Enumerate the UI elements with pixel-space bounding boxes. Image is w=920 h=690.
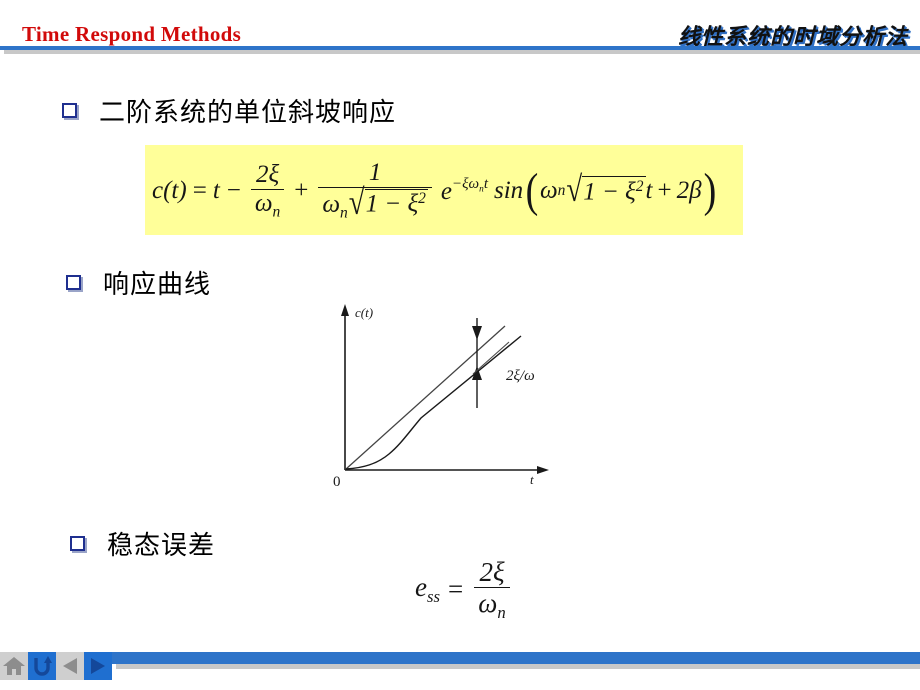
radical-exponent: 2 <box>635 177 644 195</box>
formula-equals: = <box>192 177 207 204</box>
radical-sign: √ <box>566 169 583 210</box>
bullet-square-icon <box>62 103 77 118</box>
back-button[interactable] <box>28 652 56 680</box>
radical-sign: √ <box>348 183 365 224</box>
fraction-numerator: 1 <box>368 159 382 187</box>
formula-steady-state-error: ess = 2ξ ωn <box>415 558 513 622</box>
exponential-base: e <box>440 177 453 205</box>
inner-omega-subscript: n <box>557 182 566 199</box>
ess-fraction: 2ξ ωn <box>474 557 510 623</box>
bullet-label: 二阶系统的单位斜坡响应 <box>99 98 397 128</box>
graph-svg: c(t) t 0 2ξ/ω <box>333 304 549 486</box>
ess-subscript: ss <box>426 587 441 607</box>
formula-lhs: c(t) <box>152 177 187 204</box>
bullet-item-steady-state-error: 稳态误差 <box>70 525 215 562</box>
inner-omega-symbol: ω <box>540 177 558 204</box>
ess-lhs: ess <box>415 572 441 607</box>
fraction-numerator: 2ξ <box>479 557 505 587</box>
inner-two-beta: 2β <box>676 177 702 204</box>
steady-state-error-annotation: 2ξ/ω <box>506 368 535 384</box>
measure-arrow-top <box>472 326 482 340</box>
bullet-label: 响应曲线 <box>103 270 212 300</box>
next-button[interactable] <box>84 652 112 680</box>
formula-sin-function: sin <box>493 177 524 204</box>
omega-symbol: ω <box>322 191 341 219</box>
header-title-english: Time Respond Methods <box>22 22 242 46</box>
triangle-right-icon <box>91 658 105 674</box>
fraction-denominator: ωn <box>250 188 285 221</box>
bullet-label: 稳态误差 <box>107 531 216 561</box>
y-axis-arrowhead <box>341 304 349 316</box>
radical-body: 1 − ξ2 <box>582 175 646 206</box>
x-axis-arrowhead <box>537 466 549 474</box>
omega-subscript: n <box>497 603 506 623</box>
home-button[interactable] <box>0 652 28 680</box>
footer-divider-shadow <box>116 664 920 669</box>
omega-symbol: ω <box>254 189 273 217</box>
return-arrow-icon <box>34 656 52 676</box>
radical-exponent: 2 <box>418 190 426 208</box>
formula-term-t: t <box>212 177 220 204</box>
origin-label: 0 <box>333 474 341 486</box>
slide-header: Time Respond Methods 线性系统的时域分析法 <box>0 0 920 56</box>
x-axis-label: t <box>530 472 534 486</box>
paren-open: ( <box>525 164 539 217</box>
bullet-square-icon <box>70 536 85 551</box>
response-curve-graph: c(t) t 0 2ξ/ω <box>325 296 575 486</box>
ramp-input-line <box>345 325 506 470</box>
paren-close: ) <box>703 164 716 217</box>
inner-term-t: t <box>645 177 653 204</box>
bullet-square-icon <box>66 275 81 290</box>
formula-plus: + <box>294 177 309 204</box>
header-divider-shadow <box>4 50 920 54</box>
formula-exponential: e−ξωnt <box>441 176 488 206</box>
footer-divider-bar <box>112 652 920 664</box>
square-root: √ 1 − ξ2 <box>349 185 428 221</box>
fraction-numerator: 2ξ <box>255 160 280 188</box>
fraction-denominator: ωn √ 1 − ξ2 <box>318 185 432 222</box>
bullet-item-unit-ramp-response: 二阶系统的单位斜坡响应 <box>62 92 396 129</box>
radical-body: 1 − ξ2 <box>364 189 428 218</box>
response-curve-line <box>345 335 522 470</box>
omega-subscript: n <box>340 204 348 222</box>
fraction-denominator: ωn <box>474 587 510 623</box>
annotation-leader-line <box>472 341 510 375</box>
ess-equals: = <box>448 574 464 605</box>
formula-fraction-2xi-over-omega-n: 2ξ ωn <box>250 160 285 221</box>
inner-plus: + <box>657 177 672 204</box>
omega-symbol: ω <box>478 588 498 619</box>
formula-fraction-1-over-omega-sqrt: 1 ωn √ 1 − ξ2 <box>318 159 432 222</box>
exponential-power: −ξωnt <box>452 176 488 195</box>
bullet-item-response-curve: 响应曲线 <box>66 264 211 301</box>
previous-button[interactable] <box>56 652 84 680</box>
y-axis-label: c(t) <box>355 305 373 320</box>
inner-square-root: √ 1 − ξ2 <box>566 172 646 207</box>
triangle-left-icon <box>63 658 77 674</box>
formula-unit-ramp-response: c(t) = t − 2ξ ωn + 1 ωn √ 1 − ξ2 e−ξωnt si… <box>152 152 772 230</box>
home-icon <box>3 657 25 675</box>
formula-minus: − <box>226 177 241 204</box>
omega-subscript: n <box>272 203 281 221</box>
